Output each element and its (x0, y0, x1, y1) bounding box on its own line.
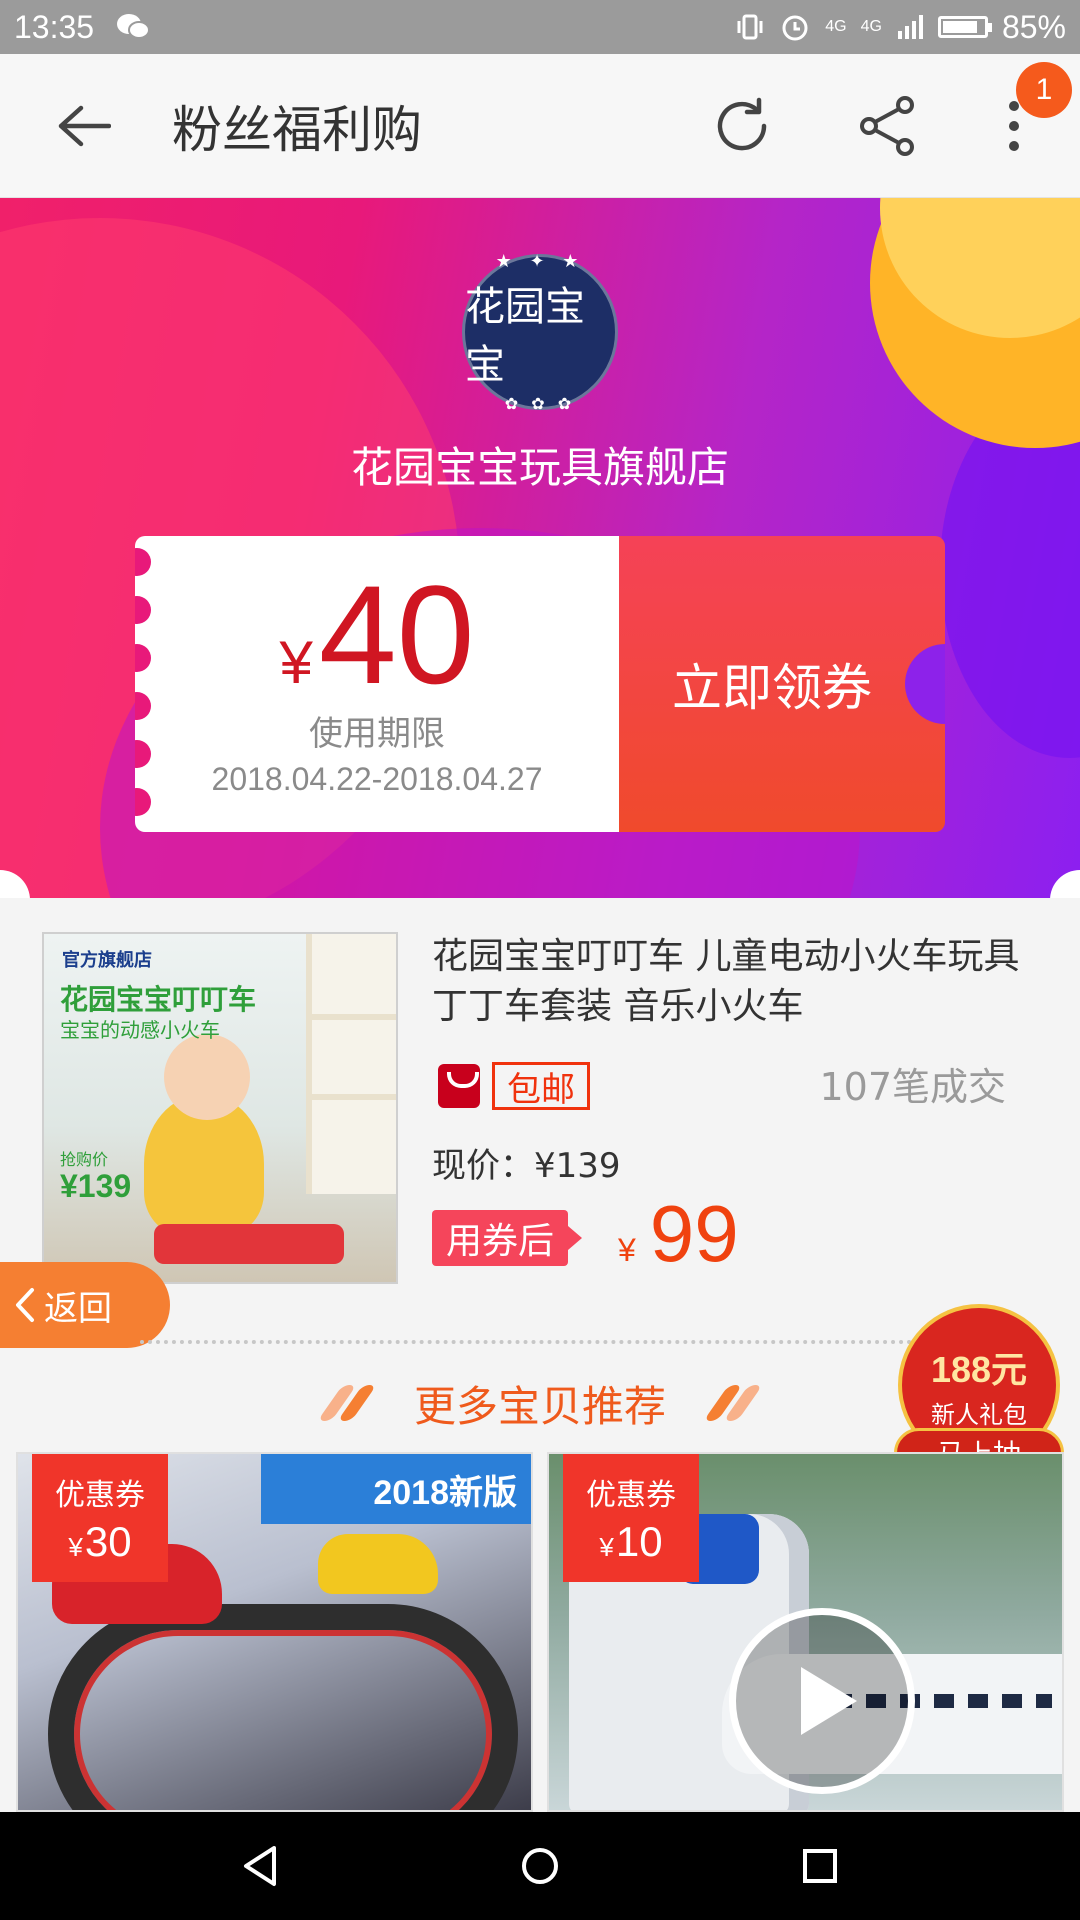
coupon-info: ¥ 40 使用期限 2018.04.22-2018.04.27 (135, 536, 619, 832)
coupon-validity-label: 使用期限 (309, 714, 445, 754)
image-race-track (48, 1604, 518, 1810)
nav-home-button[interactable] (495, 1821, 585, 1911)
product-image-subtitle: 宝宝的动感小火车 (60, 1018, 220, 1042)
status-time: 13:35 (14, 8, 95, 45)
sales-count: 107笔成交 (819, 1065, 1006, 1109)
coupon-notch (905, 644, 945, 724)
section-divider (140, 1340, 920, 1344)
shop-logo[interactable]: ★ ✦ ★ 花园宝宝 ✿ ✿ ✿ (462, 251, 618, 413)
floating-back-button[interactable]: 返回 (0, 1262, 170, 1348)
share-button[interactable] (838, 76, 938, 176)
gift-subtitle: 新人礼包 (931, 1400, 1027, 1429)
coupon-badge-value: ¥30 (68, 1518, 131, 1566)
coupon-scallop (135, 740, 151, 768)
logo-flowers: ✿ ✿ ✿ (504, 394, 576, 413)
notification-badge: 1 (1016, 61, 1072, 118)
nav-home-icon (522, 1848, 558, 1884)
back-button[interactable] (36, 78, 132, 174)
tmall-icon (438, 1064, 480, 1108)
coupon-badge: 优惠券 ¥30 (32, 1454, 168, 1582)
coupon-value: 40 (318, 556, 475, 713)
coupon-validity-range: 2018.04.22-2018.04.27 (211, 761, 543, 797)
coupon-badge: 优惠券 ¥10 (563, 1454, 699, 1582)
product-title[interactable]: 花园宝宝叮叮车 儿童电动小火车玩具丁丁车套装 音乐小火车 (432, 932, 1032, 1032)
current-price: 现价：¥139 (432, 1146, 621, 1186)
right-slash-decor (703, 1385, 763, 1421)
image-yellow-car (318, 1534, 438, 1594)
more-button[interactable]: 1 (984, 61, 1072, 176)
system-nav-bar (0, 1812, 1080, 1920)
coupon-badge-currency: ¥ (599, 1532, 614, 1562)
nav-recents-icon (803, 1849, 837, 1883)
coupon-amount: ¥ 40 (279, 556, 475, 713)
after-coupon-tag: 用券后 (432, 1210, 583, 1266)
coupon-currency: ¥ (279, 629, 313, 696)
gift-amount: 188元 (930, 1348, 1028, 1390)
final-price: ¥ 99 (618, 1188, 739, 1280)
product-card[interactable]: 官方旗舰店 花园宝宝叮叮车 宝宝的动感小火车 抢购价 ¥139 花园宝宝叮叮车 … (0, 898, 1080, 1338)
product-image-tag: 官方旗舰店 (62, 950, 152, 971)
nav-recents-button[interactable] (775, 1821, 865, 1911)
free-shipping-badge: 包邮 (492, 1062, 590, 1110)
product-image-price-label: 抢购价 (60, 1150, 109, 1169)
product-image-title: 花园宝宝叮叮车 (60, 983, 257, 1016)
chevron-left-icon (16, 1288, 34, 1322)
claim-coupon-label: 立即领券 (672, 659, 872, 717)
coupon-badge-amount: 30 (84, 1518, 132, 1565)
coupon-scallop (135, 692, 151, 720)
recommendation-card[interactable]: 优惠券 ¥10 (547, 1452, 1064, 1812)
coupon-badge-label: 优惠券 (55, 1478, 145, 1513)
vibrate-icon (735, 12, 765, 42)
shop-hero-banner: ★ ✦ ★ 花园宝宝 ✿ ✿ ✿ 花园宝宝玩具旗舰店 ¥ 40 使用期限 201… (0, 198, 1080, 898)
refresh-button[interactable] (692, 76, 792, 176)
claim-coupon-button[interactable]: 立即领券 (619, 536, 945, 832)
coupon-badge-label: 优惠券 (586, 1478, 676, 1513)
coupon-badge-value: ¥10 (599, 1518, 662, 1566)
more-vert-icon (1009, 100, 1019, 151)
logo-stars: ★ ✦ ★ (495, 251, 585, 272)
more-recommendations-title: 更多宝贝推荐 (413, 1381, 666, 1431)
play-video-button[interactable] (729, 1608, 915, 1794)
product-image-price: ¥139 (60, 1168, 132, 1204)
coupon-scallop (135, 788, 151, 816)
back-arrow-icon (58, 105, 111, 146)
image-train (154, 1224, 344, 1264)
battery-percent: 85% (1001, 8, 1066, 45)
left-slash-decor (317, 1385, 377, 1421)
refresh-icon (717, 97, 767, 150)
network-label-1: 4G (825, 18, 847, 35)
network-label-2: 4G (860, 18, 882, 35)
floating-back-label: 返回 (44, 1288, 112, 1329)
coupon-badge-currency: ¥ (68, 1532, 83, 1562)
alarm-icon (779, 11, 811, 43)
wechat-icon (116, 13, 151, 41)
page-title: 粉丝福利购 (172, 100, 422, 159)
battery-icon (937, 16, 992, 38)
coupon-scallop (135, 596, 151, 624)
final-price-currency: ¥ (618, 1232, 636, 1268)
coupon-scallop (135, 548, 151, 576)
app-bar: 粉丝福利购 1 (0, 54, 1080, 198)
image-child-head (164, 1034, 250, 1120)
nav-back-icon (244, 1846, 276, 1886)
shop-logo-text: 花园宝宝 (465, 284, 585, 388)
share-icon (860, 95, 914, 156)
coupon-scallop (135, 644, 151, 672)
recommendation-list: 2018新版 优惠券 ¥30 优惠券 ¥10 (16, 1452, 1064, 1812)
product-image[interactable]: 官方旗舰店 花园宝宝叮叮车 宝宝的动感小火车 抢购价 ¥139 (42, 932, 398, 1284)
status-bar: 13:35 4G 4G 85% (0, 0, 1080, 54)
image-shelf (306, 934, 396, 1194)
signal-icon (896, 13, 924, 41)
coupon-card: ¥ 40 使用期限 2018.04.22-2018.04.27 立即领券 (135, 536, 945, 832)
coupon-badge-amount: 10 (615, 1518, 663, 1565)
nav-back-button[interactable] (215, 1821, 305, 1911)
recommendation-banner: 2018新版 (261, 1454, 531, 1524)
shop-name: 花园宝宝玩具旗舰店 (350, 443, 729, 492)
final-price-value: 99 (649, 1189, 739, 1278)
recommendation-card[interactable]: 2018新版 优惠券 ¥30 (16, 1452, 533, 1812)
